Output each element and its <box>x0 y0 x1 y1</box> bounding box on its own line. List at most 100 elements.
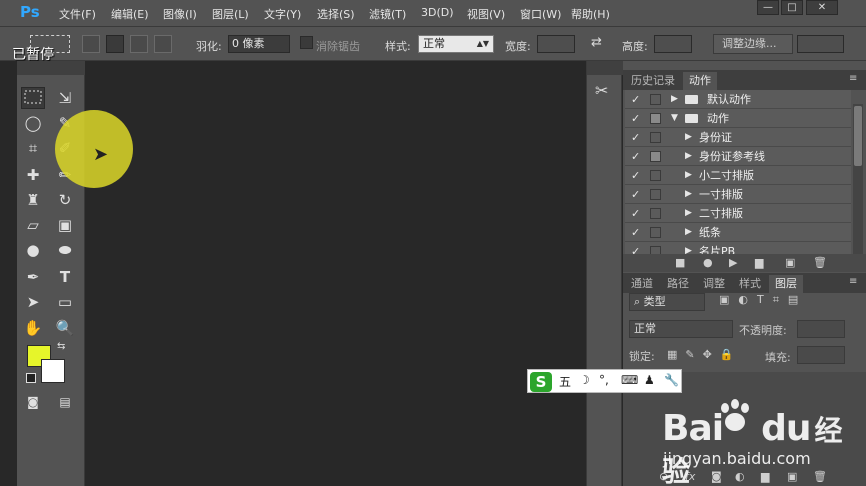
panel-menu-icon[interactable]: ≡ <box>849 73 857 84</box>
healing-icon[interactable]: ✚ <box>21 164 45 186</box>
shape-icon[interactable]: ▭ <box>53 291 77 313</box>
hand-icon[interactable]: ✋ <box>21 317 45 339</box>
default-colors-icon[interactable] <box>26 373 36 383</box>
background-color-swatch[interactable] <box>41 359 65 383</box>
path-select-icon[interactable]: ➤ <box>21 291 45 313</box>
keyboard-icon[interactable]: ⌨ <box>621 373 638 387</box>
dialog-toggle-box[interactable] <box>650 208 661 219</box>
menu-image[interactable]: 图像(I) <box>163 6 197 22</box>
swap-icon[interactable]: ⇄ <box>591 35 602 50</box>
trash-icon[interactable]: 🗑 <box>813 256 827 269</box>
record-icon[interactable]: ● <box>703 256 713 269</box>
menu-3d[interactable]: 3D(D) <box>421 6 454 19</box>
chevron-down-icon[interactable]: ▼ <box>671 109 678 128</box>
history-brush-icon[interactable]: ↻ <box>53 189 77 211</box>
menu-view[interactable]: 视图(V) <box>467 6 505 22</box>
swap-colors-icon[interactable]: ⇆ <box>57 341 65 352</box>
dialog-toggle-box[interactable] <box>650 132 661 143</box>
refine-edge-button[interactable]: 调整边缘... <box>713 34 793 54</box>
document-canvas[interactable] <box>86 61 584 486</box>
stop-icon[interactable]: ■ <box>675 256 685 269</box>
new-selection-button[interactable] <box>82 35 100 53</box>
screen-mode-icon[interactable]: ▤ <box>53 391 77 413</box>
menu-window[interactable]: 窗口(W) <box>520 6 561 22</box>
menu-edit[interactable]: 编辑(E) <box>111 6 149 22</box>
sogou-logo[interactable]: S <box>530 372 552 392</box>
dialog-toggle-box[interactable] <box>650 189 661 200</box>
play-icon[interactable]: ▶ <box>729 256 737 269</box>
maximize-button[interactable]: □ <box>781 0 803 15</box>
skin-icon[interactable]: ♟ <box>644 373 655 387</box>
punctuation-icon[interactable]: °, <box>599 373 609 387</box>
lock-icons[interactable]: ▦✎✥🔒 <box>667 348 742 361</box>
action-row[interactable]: ✓ ▶ 纸条 <box>625 223 851 242</box>
check-icon[interactable]: ✓ <box>631 109 640 128</box>
moon-icon[interactable]: ☽ <box>579 373 590 387</box>
opacity-input[interactable] <box>797 320 845 338</box>
action-set-row[interactable]: ✓ ▼ 动作 <box>625 109 851 128</box>
style-dropdown[interactable]: 正常 ▲▼ <box>418 35 494 53</box>
blend-mode-dropdown[interactable]: 正常 <box>629 320 733 338</box>
move-icon[interactable]: ⇲ <box>53 87 77 109</box>
lasso-icon[interactable]: ◯ <box>21 112 45 134</box>
layer-filter-icons[interactable]: ▣◐T⌗▤ <box>719 293 807 307</box>
menu-type[interactable]: 文字(Y) <box>264 6 301 22</box>
action-row[interactable]: ✓ ▶ 小二寸排版 <box>625 166 851 185</box>
tab-layers[interactable]: 图层 <box>769 275 803 293</box>
check-icon[interactable]: ✓ <box>631 223 640 242</box>
zoom-icon[interactable]: 🔍 <box>53 317 77 339</box>
chevron-right-icon[interactable]: ▶ <box>685 166 692 185</box>
chevron-right-icon[interactable]: ▶ <box>685 204 692 223</box>
feather-input[interactable]: 0 像素 <box>228 35 290 53</box>
strip-header[interactable] <box>587 61 623 75</box>
check-icon[interactable]: ✓ <box>631 128 640 147</box>
menu-help[interactable]: 帮助(H) <box>571 6 610 22</box>
action-row[interactable]: ✓ ▶ 身份证 <box>625 128 851 147</box>
action-row[interactable]: ✓ ▶ 身份证参考线 <box>625 147 851 166</box>
wrench-icon[interactable]: 🔧 <box>664 373 679 387</box>
height-input[interactable] <box>654 35 692 53</box>
tab-history[interactable]: 历史记录 <box>625 72 681 90</box>
subtract-selection-button[interactable] <box>130 35 148 53</box>
check-icon[interactable]: ✓ <box>631 185 640 204</box>
check-icon[interactable]: ✓ <box>631 147 640 166</box>
add-selection-button[interactable] <box>106 35 124 53</box>
crop-icon[interactable]: ⌗ <box>21 137 45 159</box>
tab-channels[interactable]: 通道 <box>625 275 659 293</box>
check-icon[interactable]: ✓ <box>631 166 640 185</box>
workspace-dropdown[interactable] <box>797 35 844 53</box>
eraser-icon[interactable]: ▱ <box>21 214 45 236</box>
chevron-right-icon[interactable]: ▶ <box>685 223 692 242</box>
layers-menu-icon[interactable]: ≡ <box>849 276 857 287</box>
action-row[interactable]: ✓ ▶ 一寸排版 <box>625 185 851 204</box>
dialog-toggle-box[interactable] <box>650 151 661 162</box>
type-icon[interactable]: T <box>53 266 77 288</box>
scroll-thumb[interactable] <box>854 106 862 166</box>
chevron-right-icon[interactable]: ▶ <box>685 185 692 204</box>
minimize-button[interactable]: — <box>757 0 779 15</box>
dialog-toggle-box[interactable] <box>650 227 661 238</box>
layer-filter-dropdown[interactable]: ⌕ 类型 <box>629 293 705 311</box>
quick-mask-icon[interactable]: ◙ <box>21 391 45 413</box>
width-input[interactable] <box>537 35 575 53</box>
check-icon[interactable]: ✓ <box>631 90 640 109</box>
close-button[interactable]: ✕ <box>806 0 838 15</box>
tab-styles[interactable]: 样式 <box>733 275 767 293</box>
chevron-right-icon[interactable]: ▶ <box>685 147 692 166</box>
gradient-icon[interactable]: ▣ <box>53 214 77 236</box>
new-set-icon[interactable]: ▆ <box>755 256 763 269</box>
menu-file[interactable]: 文件(F) <box>59 6 96 22</box>
action-set-row[interactable]: ✓ ▶ 默认动作 <box>625 90 851 109</box>
check-icon[interactable]: ✓ <box>631 204 640 223</box>
antialias-checkbox[interactable] <box>300 36 313 49</box>
tools-panel-header[interactable] <box>17 61 85 75</box>
dialog-toggle-box[interactable] <box>650 170 661 181</box>
action-row[interactable]: ✓ ▶ 二寸排版 <box>625 204 851 223</box>
menu-layer[interactable]: 图层(L) <box>212 6 249 22</box>
pen-icon[interactable]: ✒ <box>21 266 45 288</box>
ime-mode[interactable]: 五 <box>559 373 571 390</box>
tab-actions[interactable]: 动作 <box>683 72 717 90</box>
actions-scrollbar[interactable] <box>853 104 863 264</box>
dialog-toggle-box[interactable] <box>650 94 661 105</box>
chevron-right-icon[interactable]: ▶ <box>671 90 678 109</box>
